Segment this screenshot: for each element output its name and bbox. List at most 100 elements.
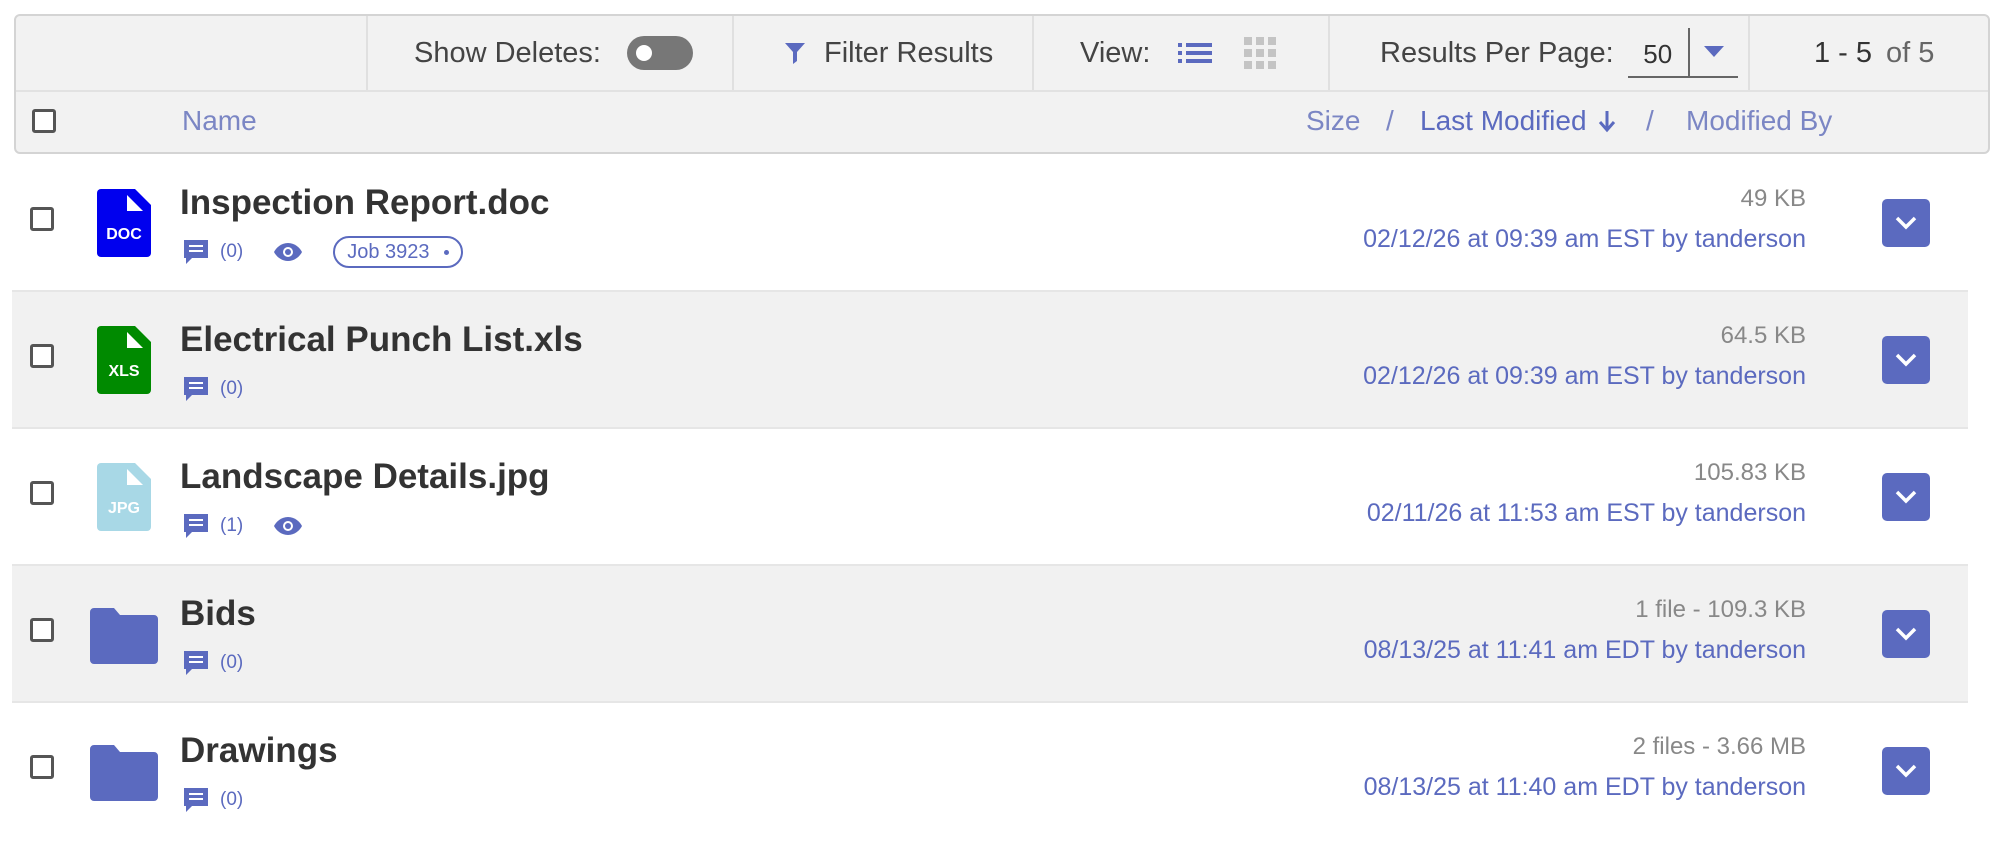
row-actions-button[interactable] (1882, 610, 1930, 658)
pagination-range: 1 - 5 of 5 (1814, 16, 1934, 90)
comments-link[interactable]: (0) (182, 238, 243, 266)
comments-link[interactable]: (0) (182, 375, 243, 403)
show-deletes-control: Show Deletes: (414, 16, 693, 90)
filter-results-label: Filter Results (824, 36, 994, 69)
eye-icon[interactable] (273, 242, 303, 262)
toolbar-divider (366, 16, 368, 90)
folder-icon (90, 745, 158, 801)
doc-file-icon: DOC (97, 189, 151, 257)
eye-icon[interactable] (273, 516, 303, 536)
file-row[interactable]: JPG Landscape Details.jpg (1) 105.83 KB … (12, 429, 1968, 565)
list-view-icon[interactable] (1178, 40, 1213, 66)
show-deletes-toggle[interactable] (627, 36, 693, 70)
name-column-header[interactable]: Name (182, 90, 257, 152)
comment-count: (0) (220, 652, 244, 673)
column-header-row: Name Size / Last Modified / Modified By (16, 90, 1988, 152)
select-all-checkbox[interactable] (32, 109, 56, 133)
row-actions-button[interactable] (1882, 336, 1930, 384)
results-per-page-label: Results Per Page: (1380, 36, 1614, 69)
last-modified-label: Last Modified (1420, 105, 1587, 136)
caret-down-icon (1690, 46, 1738, 58)
row-actions-button[interactable] (1882, 747, 1930, 795)
grid-view-icon[interactable] (1244, 37, 1277, 69)
comment-count: (1) (220, 515, 244, 536)
toggle-knob (636, 45, 652, 61)
comment-icon (182, 375, 210, 403)
file-size: 49 KB (1740, 185, 1806, 212)
modified-by-column-header[interactable]: Modified By (1686, 90, 1832, 152)
file-list-toolbar: Show Deletes: Filter Results View: Resul… (14, 14, 1990, 154)
chevron-down-icon (1895, 627, 1917, 641)
range-total: of 5 (1886, 36, 1935, 69)
chevron-down-icon (1895, 216, 1917, 230)
comments-link[interactable]: (0) (182, 649, 243, 677)
tag-dot-icon (443, 249, 449, 255)
row-actions-button[interactable] (1882, 473, 1930, 521)
file-meta: (0) (182, 783, 243, 817)
file-size: 105.83 KB (1693, 459, 1806, 486)
row-checkbox[interactable] (30, 755, 54, 779)
file-row[interactable]: XLS Electrical Punch List.xls (0) 64.5 K… (12, 292, 1968, 428)
jpg-file-icon: JPG (97, 463, 151, 531)
toolbar-controls: Show Deletes: Filter Results View: Resul… (16, 16, 1988, 92)
comment-count: (0) (220, 789, 244, 810)
select-all-cell (32, 90, 56, 152)
toolbar-divider (732, 16, 734, 90)
size-column-header[interactable]: Size (1306, 90, 1360, 152)
comment-count: (0) (220, 241, 244, 262)
file-name-link[interactable]: Inspection Report.doc (180, 183, 549, 223)
job-tag[interactable]: Job 3923 (333, 236, 463, 268)
xls-file-icon: XLS (97, 326, 151, 394)
file-name-link[interactable]: Landscape Details.jpg (180, 457, 550, 497)
chevron-down-icon (1895, 764, 1917, 778)
filter-icon (784, 41, 806, 65)
folder-icon (90, 608, 158, 664)
range-label: 1 - 5 (1814, 36, 1873, 69)
toolbar-divider (1032, 16, 1034, 90)
comment-icon (182, 512, 210, 540)
file-modified: 02/12/26 at 09:39 am EST by tanderson (1363, 225, 1806, 253)
file-name-link[interactable]: Electrical Punch List.xls (180, 320, 583, 360)
file-meta: (0) Job 3923 (182, 235, 463, 269)
folder-name-link[interactable]: Drawings (180, 731, 338, 771)
job-tag-label: Job 3923 (347, 240, 430, 263)
file-modified: 08/13/25 at 11:40 am EDT by tanderson (1363, 773, 1806, 801)
svg-text:JPG: JPG (108, 500, 140, 517)
row-checkbox[interactable] (30, 344, 54, 368)
filter-results-button[interactable]: Filter Results (784, 16, 993, 90)
view-mode-control: View: (1080, 16, 1277, 90)
file-meta: (0) (182, 372, 243, 406)
comment-icon (182, 786, 210, 814)
last-modified-column-header[interactable]: Last Modified (1420, 90, 1617, 152)
chevron-down-icon (1895, 490, 1917, 504)
file-meta: (1) (182, 509, 303, 543)
results-per-page-select[interactable]: 50 (1627, 28, 1738, 78)
comments-link[interactable]: (1) (182, 512, 243, 540)
file-size: 64.5 KB (1720, 322, 1806, 349)
folder-name-link[interactable]: Bids (180, 594, 256, 634)
row-checkbox[interactable] (30, 207, 54, 231)
folder-row[interactable]: Drawings (0) 2 files - 3.66 MB 08/13/25 … (12, 703, 1968, 839)
header-separator: / (1386, 105, 1394, 136)
file-modified: 02/11/26 at 11:53 am EST by tanderson (1366, 499, 1806, 527)
chevron-down-icon (1895, 353, 1917, 367)
header-separator: / (1646, 105, 1654, 136)
comment-icon (182, 649, 210, 677)
svg-text:DOC: DOC (106, 226, 142, 243)
file-meta: (0) (182, 646, 243, 680)
folder-size: 1 file - 109.3 KB (1635, 596, 1806, 623)
show-deletes-label: Show Deletes: (414, 36, 601, 69)
toolbar-divider (1328, 16, 1330, 90)
row-checkbox[interactable] (30, 618, 54, 642)
row-actions-button[interactable] (1882, 199, 1930, 247)
file-row[interactable]: DOC Inspection Report.doc (0) Job 3923 4… (12, 155, 1968, 291)
row-checkbox[interactable] (30, 481, 54, 505)
svg-text:XLS: XLS (108, 363, 139, 380)
results-per-page-control: Results Per Page: 50 (1380, 16, 1738, 90)
toolbar-divider (1748, 16, 1750, 90)
comment-icon (182, 238, 210, 266)
folder-row[interactable]: Bids (0) 1 file - 109.3 KB 08/13/25 at 1… (12, 566, 1968, 702)
results-per-page-value: 50 (1628, 28, 1690, 76)
comment-count: (0) (220, 378, 244, 399)
comments-link[interactable]: (0) (182, 786, 243, 814)
